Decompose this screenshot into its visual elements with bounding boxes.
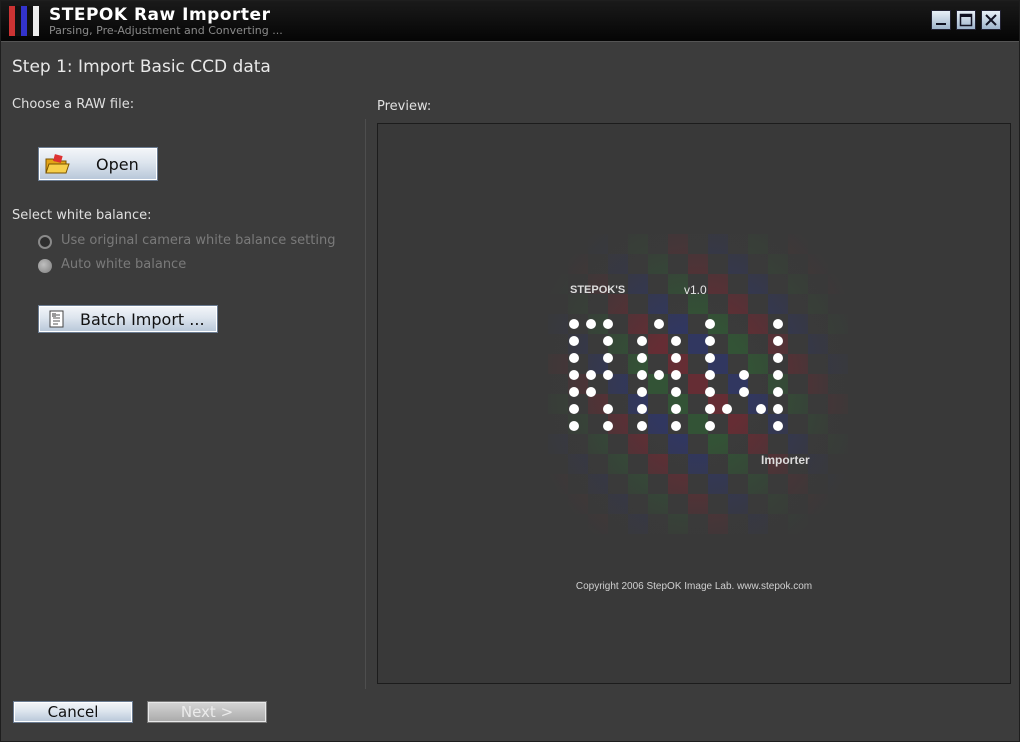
logo-dot: [569, 336, 579, 346]
logo-dot: [637, 336, 647, 346]
window-title: STEPOK Raw Importer: [49, 5, 271, 25]
splash-version: v1.0: [684, 283, 707, 297]
splash-brand: STEPOK'S: [570, 284, 626, 296]
logo-dot: [586, 387, 596, 397]
close-icon: [985, 14, 997, 26]
app-window: STEPOK Raw Importer Parsing, Pre-Adjustm…: [0, 0, 1020, 742]
open-button-label: Open: [96, 154, 139, 174]
preview-label: Preview:: [377, 99, 432, 114]
wb-auto-radio[interactable]: [38, 259, 52, 273]
batch-import-button[interactable]: Batch Import ...: [38, 305, 218, 333]
logo-dot: [654, 319, 664, 329]
logo-dot: [603, 319, 613, 329]
logo-dot: [569, 387, 579, 397]
maximize-icon: [959, 13, 973, 27]
logo-dot: [637, 370, 647, 380]
logo-dot: [586, 319, 596, 329]
close-button[interactable]: [981, 10, 1001, 30]
wb-original-label: Use original camera white balance settin…: [61, 233, 336, 248]
logo-dot: [705, 387, 715, 397]
logo-dot: [637, 387, 647, 397]
vignette-overlay: [378, 124, 1010, 683]
logo-dot: [773, 353, 783, 363]
logo-dot: [671, 370, 681, 380]
logo-dot: [603, 353, 613, 363]
window-subtitle: Parsing, Pre-Adjustment and Converting .…: [49, 24, 283, 37]
logo-dot: [773, 336, 783, 346]
logo-dot: [705, 421, 715, 431]
logo-dot: [603, 421, 613, 431]
cancel-button[interactable]: Cancel: [13, 701, 133, 723]
preview-panel: STEPOK'S v1.0 Importer Copyright 2006 St…: [377, 123, 1011, 684]
minimize-button[interactable]: [931, 10, 951, 30]
batch-document-icon: [49, 310, 64, 328]
wb-auto-label: Auto white balance: [61, 257, 187, 272]
logo-dot: [637, 421, 647, 431]
cancel-button-label: Cancel: [47, 703, 99, 721]
logo-dot: [603, 404, 613, 414]
logo-dot: [773, 370, 783, 380]
logo-dot: [773, 421, 783, 431]
title-bar[interactable]: STEPOK Raw Importer Parsing, Pre-Adjustm…: [1, 1, 1019, 42]
logo-dot: [569, 370, 579, 380]
batch-import-label: Batch Import ...: [80, 309, 205, 329]
folder-open-icon: [45, 154, 70, 174]
splash-importer: Importer: [761, 453, 810, 467]
minimize-icon: [936, 23, 946, 25]
logo-dot: [671, 387, 681, 397]
logo-dot: [671, 421, 681, 431]
logo-dot: [671, 404, 681, 414]
step-title: Step 1: Import Basic CCD data: [12, 57, 271, 77]
logo-dot: [705, 370, 715, 380]
logo-dot: [569, 421, 579, 431]
logo-dot: [705, 336, 715, 346]
logo-dot: [705, 319, 715, 329]
logo-dot: [671, 353, 681, 363]
open-button[interactable]: Open: [38, 147, 158, 181]
wb-original-radio[interactable]: [38, 235, 52, 249]
logo-dot: [603, 336, 613, 346]
logo-dot: [705, 353, 715, 363]
white-balance-label: Select white balance:: [12, 208, 152, 223]
logo-dot: [705, 404, 715, 414]
choose-raw-label: Choose a RAW file:: [12, 97, 135, 112]
panel-divider: [365, 119, 366, 689]
logo-dot: [671, 336, 681, 346]
maximize-button[interactable]: [956, 10, 976, 30]
checkerboard-app-icon: [9, 6, 39, 36]
logo-dot: [569, 319, 579, 329]
logo-dot: [637, 353, 647, 363]
logo-dot: [654, 370, 664, 380]
logo-dot: [773, 387, 783, 397]
logo-dot: [569, 404, 579, 414]
logo-dot: [569, 353, 579, 363]
logo-dot: [637, 404, 647, 414]
next-button-label: Next >: [180, 703, 234, 721]
splash-copyright: Copyright 2006 StepOK Image Lab. www.ste…: [575, 581, 813, 592]
logo-dot: [739, 370, 749, 380]
next-button[interactable]: Next >: [147, 701, 267, 723]
logo-dot: [586, 370, 596, 380]
logo-dot: [722, 404, 732, 414]
logo-dot: [756, 404, 766, 414]
logo-dot: [773, 404, 783, 414]
logo-dot: [739, 387, 749, 397]
logo-dot: [603, 370, 613, 380]
logo-dot: [773, 319, 783, 329]
